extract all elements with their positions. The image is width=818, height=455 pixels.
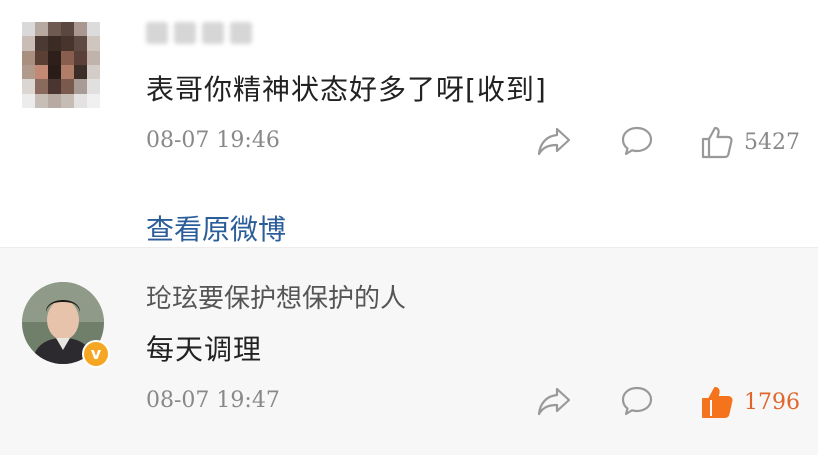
comment-item-1: 表哥你精神状态好多了呀[收到] 08-07 19:46 5427 查看原微博 <box>0 0 818 247</box>
like-button-liked[interactable]: 1796 <box>700 384 800 420</box>
view-original-post-link[interactable]: 查看原微博 <box>146 208 286 248</box>
username[interactable]: 玱玹要保护想保护的人 <box>146 278 406 315</box>
username-blurred[interactable] <box>146 18 266 48</box>
timestamp: 08-07 19:47 <box>146 388 280 413</box>
comment-bubble-icon <box>621 126 653 156</box>
like-count: 5427 <box>744 129 800 155</box>
timestamp: 08-07 19:46 <box>146 128 280 153</box>
share-button[interactable] <box>536 384 572 418</box>
thumbs-up-icon <box>702 387 733 418</box>
share-arrow-icon <box>537 387 571 416</box>
thumbs-up-icon <box>701 126 733 159</box>
share-button[interactable] <box>536 124 572 158</box>
comment-bubble-icon <box>621 386 653 416</box>
like-count: 1796 <box>744 389 800 415</box>
comment-text: 每天调理 <box>146 333 263 366</box>
verified-v-icon: v <box>82 340 110 368</box>
reply-button[interactable] <box>620 124 654 158</box>
like-button[interactable]: 5427 <box>700 124 800 160</box>
reply-button[interactable] <box>620 384 654 418</box>
share-arrow-icon <box>537 127 571 156</box>
comment-text: 表哥你精神状态好多了呀[收到] <box>146 73 547 106</box>
comment-item-2: v 玱玹要保护想保护的人 每天调理 08-07 19:47 1796 <box>0 247 818 455</box>
avatar-pixelated[interactable] <box>22 22 100 108</box>
